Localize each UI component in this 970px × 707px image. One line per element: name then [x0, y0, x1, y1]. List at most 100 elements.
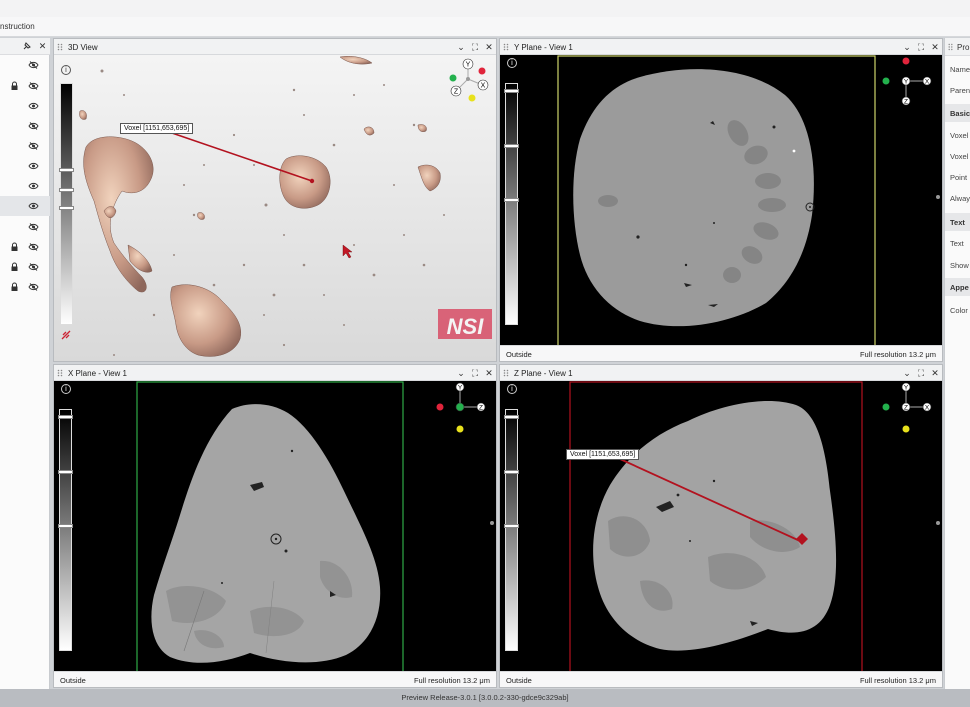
scene-tree-item[interactable]: [0, 176, 50, 196]
property-text[interactable]: Text: [950, 239, 964, 248]
resolution-status: Full resolution 13.2 μm: [413, 676, 490, 685]
lut-handle-low[interactable]: [59, 168, 74, 172]
scene-tree-item[interactable]: [0, 196, 50, 216]
property-name[interactable]: Name: [950, 65, 970, 74]
section-basic[interactable]: Basic: [945, 104, 970, 122]
lock-icon[interactable]: [10, 242, 19, 252]
scene-tree-item[interactable]: [0, 217, 50, 237]
eye-icon[interactable]: [28, 181, 39, 191]
slice-scrollbar[interactable]: [490, 521, 494, 525]
scene-tree-item[interactable]: [0, 237, 50, 257]
lock-icon[interactable]: [10, 282, 19, 292]
axis-triad-3d[interactable]: Y X Z: [449, 58, 489, 102]
property-always[interactable]: Alway: [950, 194, 970, 203]
slice-scrollbar[interactable]: [936, 521, 940, 525]
lut-slider[interactable]: [504, 409, 519, 651]
scene-tree-item[interactable]: [0, 96, 50, 116]
scene-tree-item[interactable]: [0, 116, 50, 136]
viewport-z-plane[interactable]: Z Y X i Voxel [1151,653,695]: [500, 381, 942, 671]
pane-title: Y Plane - View 1: [514, 43, 573, 52]
info-icon[interactable]: i: [61, 65, 71, 75]
axis-triad-x[interactable]: Y Z: [436, 382, 486, 433]
lut-handle-low[interactable]: [504, 89, 519, 93]
info-icon[interactable]: i: [507, 384, 517, 394]
section-text[interactable]: Text: [945, 213, 970, 231]
pane-header: Y Plane - View 1 ⌄ ⛶ ✕: [500, 39, 942, 55]
close-icon[interactable]: ✕: [37, 41, 48, 52]
scene-tree-item[interactable]: [0, 257, 50, 277]
lut-handle-low[interactable]: [58, 415, 73, 419]
pin-icon[interactable]: [21, 41, 32, 52]
close-icon[interactable]: ✕: [930, 368, 940, 378]
lut-slider[interactable]: [504, 83, 519, 325]
eye-hidden-icon[interactable]: [28, 242, 39, 252]
lut-handle-high[interactable]: [504, 198, 519, 202]
eye-hidden-icon[interactable]: [28, 222, 39, 232]
lock-icon[interactable]: [10, 81, 19, 91]
property-show[interactable]: Show: [950, 261, 969, 270]
chevron-down-icon[interactable]: ⌄: [902, 368, 912, 378]
scene-tree-item[interactable]: [0, 136, 50, 156]
close-icon[interactable]: ✕: [930, 42, 940, 52]
property-voxel-1[interactable]: Voxel: [950, 131, 968, 140]
scene-tree-item[interactable]: [0, 156, 50, 176]
drag-grip-icon[interactable]: [503, 369, 509, 377]
lut-handle-high[interactable]: [504, 524, 519, 528]
viewport-y-plane[interactable]: Y X Z i: [500, 55, 942, 345]
drag-grip-icon[interactable]: [948, 43, 953, 51]
property-color[interactable]: Color: [950, 306, 968, 315]
eye-hidden-icon[interactable]: [28, 81, 39, 91]
lut-handle-mid[interactable]: [58, 470, 73, 474]
eye-icon[interactable]: [28, 161, 39, 171]
lut-slider[interactable]: [58, 409, 73, 651]
property-parent[interactable]: Paren: [950, 86, 970, 95]
maximize-icon[interactable]: ⛶: [916, 368, 926, 378]
link-icon[interactable]: [60, 329, 72, 341]
pane-title: Z Plane - View 1: [514, 369, 573, 378]
info-icon[interactable]: i: [507, 58, 517, 68]
close-icon[interactable]: ✕: [484, 368, 494, 378]
chevron-down-icon[interactable]: ⌄: [902, 42, 912, 52]
maximize-icon[interactable]: ⛶: [470, 368, 480, 378]
lut-handle-mid[interactable]: [59, 188, 74, 192]
drag-grip-icon[interactable]: [57, 369, 63, 377]
scene-tree-item[interactable]: [0, 76, 50, 96]
eye-hidden-icon[interactable]: [28, 262, 39, 272]
axis-triad-y[interactable]: Y X Z: [882, 57, 932, 106]
scene-tree-item[interactable]: [0, 55, 50, 75]
eye-hidden-icon[interactable]: [28, 121, 39, 131]
eye-hidden-icon[interactable]: [28, 141, 39, 151]
measure-point[interactable]: [309, 178, 315, 184]
voxel-label-3d: Voxel [1151,653,695]: [120, 123, 194, 134]
eye-icon[interactable]: [28, 201, 39, 211]
svg-text:Y: Y: [466, 62, 471, 69]
eye-hidden-icon[interactable]: [28, 60, 39, 70]
lut-handle-high[interactable]: [59, 206, 74, 210]
eye-hidden-icon[interactable]: [28, 282, 39, 292]
viewport-x-plane[interactable]: Y Z i: [54, 381, 496, 671]
maximize-icon[interactable]: ⛶: [916, 42, 926, 52]
lut-handle-mid[interactable]: [504, 470, 519, 474]
lut-handle-high[interactable]: [58, 524, 73, 528]
title-bar: [0, 0, 970, 17]
lut-slider[interactable]: [59, 83, 74, 325]
eye-icon[interactable]: [28, 101, 39, 111]
lock-icon[interactable]: [10, 262, 19, 272]
chevron-down-icon[interactable]: ⌄: [456, 42, 466, 52]
section-appearance[interactable]: Appe: [945, 278, 970, 296]
lut-handle-low[interactable]: [504, 415, 519, 419]
maximize-icon[interactable]: ⛶: [470, 42, 480, 52]
chevron-down-icon[interactable]: ⌄: [456, 368, 466, 378]
info-icon[interactable]: i: [61, 384, 71, 394]
drag-grip-icon[interactable]: [57, 43, 63, 51]
drag-grip-icon[interactable]: [503, 43, 509, 51]
slice-scrollbar[interactable]: [936, 195, 940, 199]
viewport-3d[interactable]: NSI Y X Z i Voxel [1151,653,695]: [54, 55, 496, 361]
scene-tree-item[interactable]: [0, 277, 50, 297]
property-point[interactable]: Point: [950, 173, 967, 182]
close-icon[interactable]: ✕: [484, 42, 494, 52]
lut-handle-mid[interactable]: [504, 144, 519, 148]
axis-triad-z[interactable]: Z Y X: [882, 382, 932, 433]
particles: [100, 69, 445, 356]
property-voxel-2[interactable]: Voxel: [950, 152, 968, 161]
